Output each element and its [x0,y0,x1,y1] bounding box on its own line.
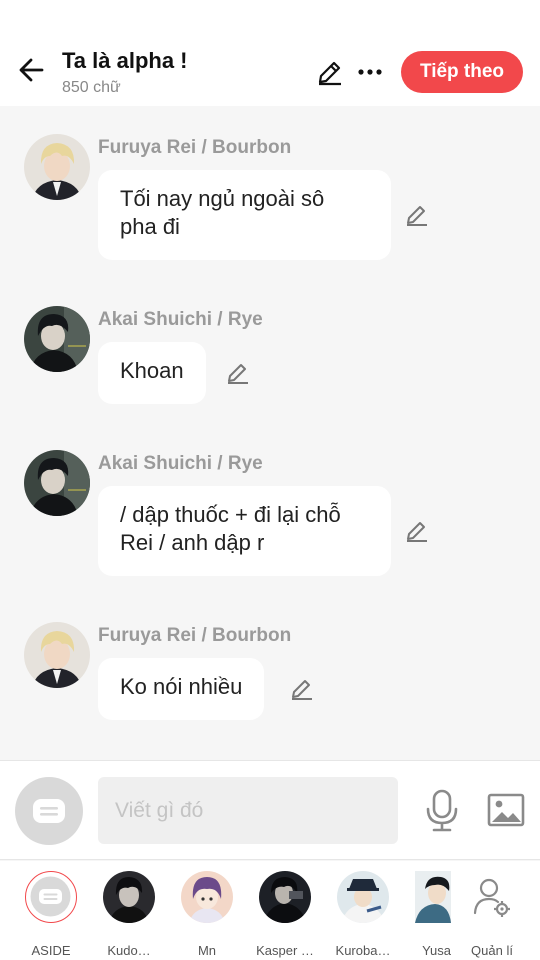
sender-name: Akai Shuichi / Rye [98,453,263,474]
message-text-line: / dập thuốc + đi lại chỗ [120,502,341,527]
character-label: ASIDE [31,943,71,958]
message-input[interactable] [98,777,398,844]
more-options-icon[interactable] [356,58,384,86]
aside-icon [25,871,77,923]
character-kasper[interactable]: Kasper … [251,871,319,958]
pencil-icon[interactable] [404,202,430,228]
top-bar: Ta là alpha ! 850 chữ Tiếp theo [0,0,540,106]
character-label: Quản lí [471,943,513,958]
character-label: Kudo… [107,943,151,958]
message-text-line: Rei / anh dập r [120,530,265,555]
message-bubble[interactable]: / dập thuốc + đi lại chỗ Rei / anh dập r [98,486,391,576]
sender-name: Furuya Rei / Bourbon [98,137,292,158]
manage-characters-button[interactable]: Quản lí [458,871,526,958]
furuya-rei-avatar[interactable] [24,622,90,688]
character-label: Kuroba… [335,943,391,958]
message-bubble[interactable]: Ko nói nhiều [98,658,265,720]
furuya-rei-avatar[interactable] [24,134,90,200]
image-icon[interactable] [487,791,525,829]
yusa-avatar [415,871,451,923]
pencil-icon[interactable] [316,58,344,86]
akai-shuichi-avatar[interactable] [24,450,90,516]
message-composer [0,760,540,860]
character-label: Kasper … [256,943,314,958]
back-arrow-icon[interactable] [16,54,48,86]
message-text-line: Ko nói nhiều [120,674,243,699]
sender-name: Akai Shuichi / Rye [98,309,263,330]
character-label: Mn [197,943,217,958]
manage-icon [466,871,518,923]
character-mn[interactable]: Mn [173,871,241,958]
aside-toggle-button[interactable] [15,777,83,845]
character-bar: ASIDE Kudo… Mn Kasper … Kuroba… Yusa Quả… [0,861,540,960]
message-bubble[interactable]: Khoan [98,342,206,404]
message-text-line: Khoan [120,358,184,383]
mn-avatar [181,871,233,923]
character-kuroba[interactable]: Kuroba… [329,871,397,958]
kudo-avatar [103,871,155,923]
story-title: Ta là alpha ! [62,48,188,73]
character-label: Yusa [422,943,451,958]
character-yusa[interactable]: Yusa [407,871,451,958]
message-text-line: pha đi [120,214,180,239]
kasper-avatar [259,871,311,923]
kuroba-avatar [337,871,389,923]
microphone-icon[interactable] [425,789,459,833]
message-bubble[interactable]: Tối nay ngủ ngoài sô pha đi [98,170,391,260]
aside-icon [33,799,65,823]
sender-name: Furuya Rei / Bourbon [98,625,292,646]
message-text-line: Tối nay ngủ ngoài sô [120,186,325,211]
pencil-icon[interactable] [404,518,430,544]
next-button[interactable]: Tiếp theo [401,51,523,93]
character-aside[interactable]: ASIDE [17,871,85,958]
pencil-icon[interactable] [289,676,315,702]
word-count: 850 chữ [62,79,121,96]
akai-shuichi-avatar[interactable] [24,306,90,372]
pencil-icon[interactable] [225,360,251,386]
character-kudo[interactable]: Kudo… [95,871,163,958]
